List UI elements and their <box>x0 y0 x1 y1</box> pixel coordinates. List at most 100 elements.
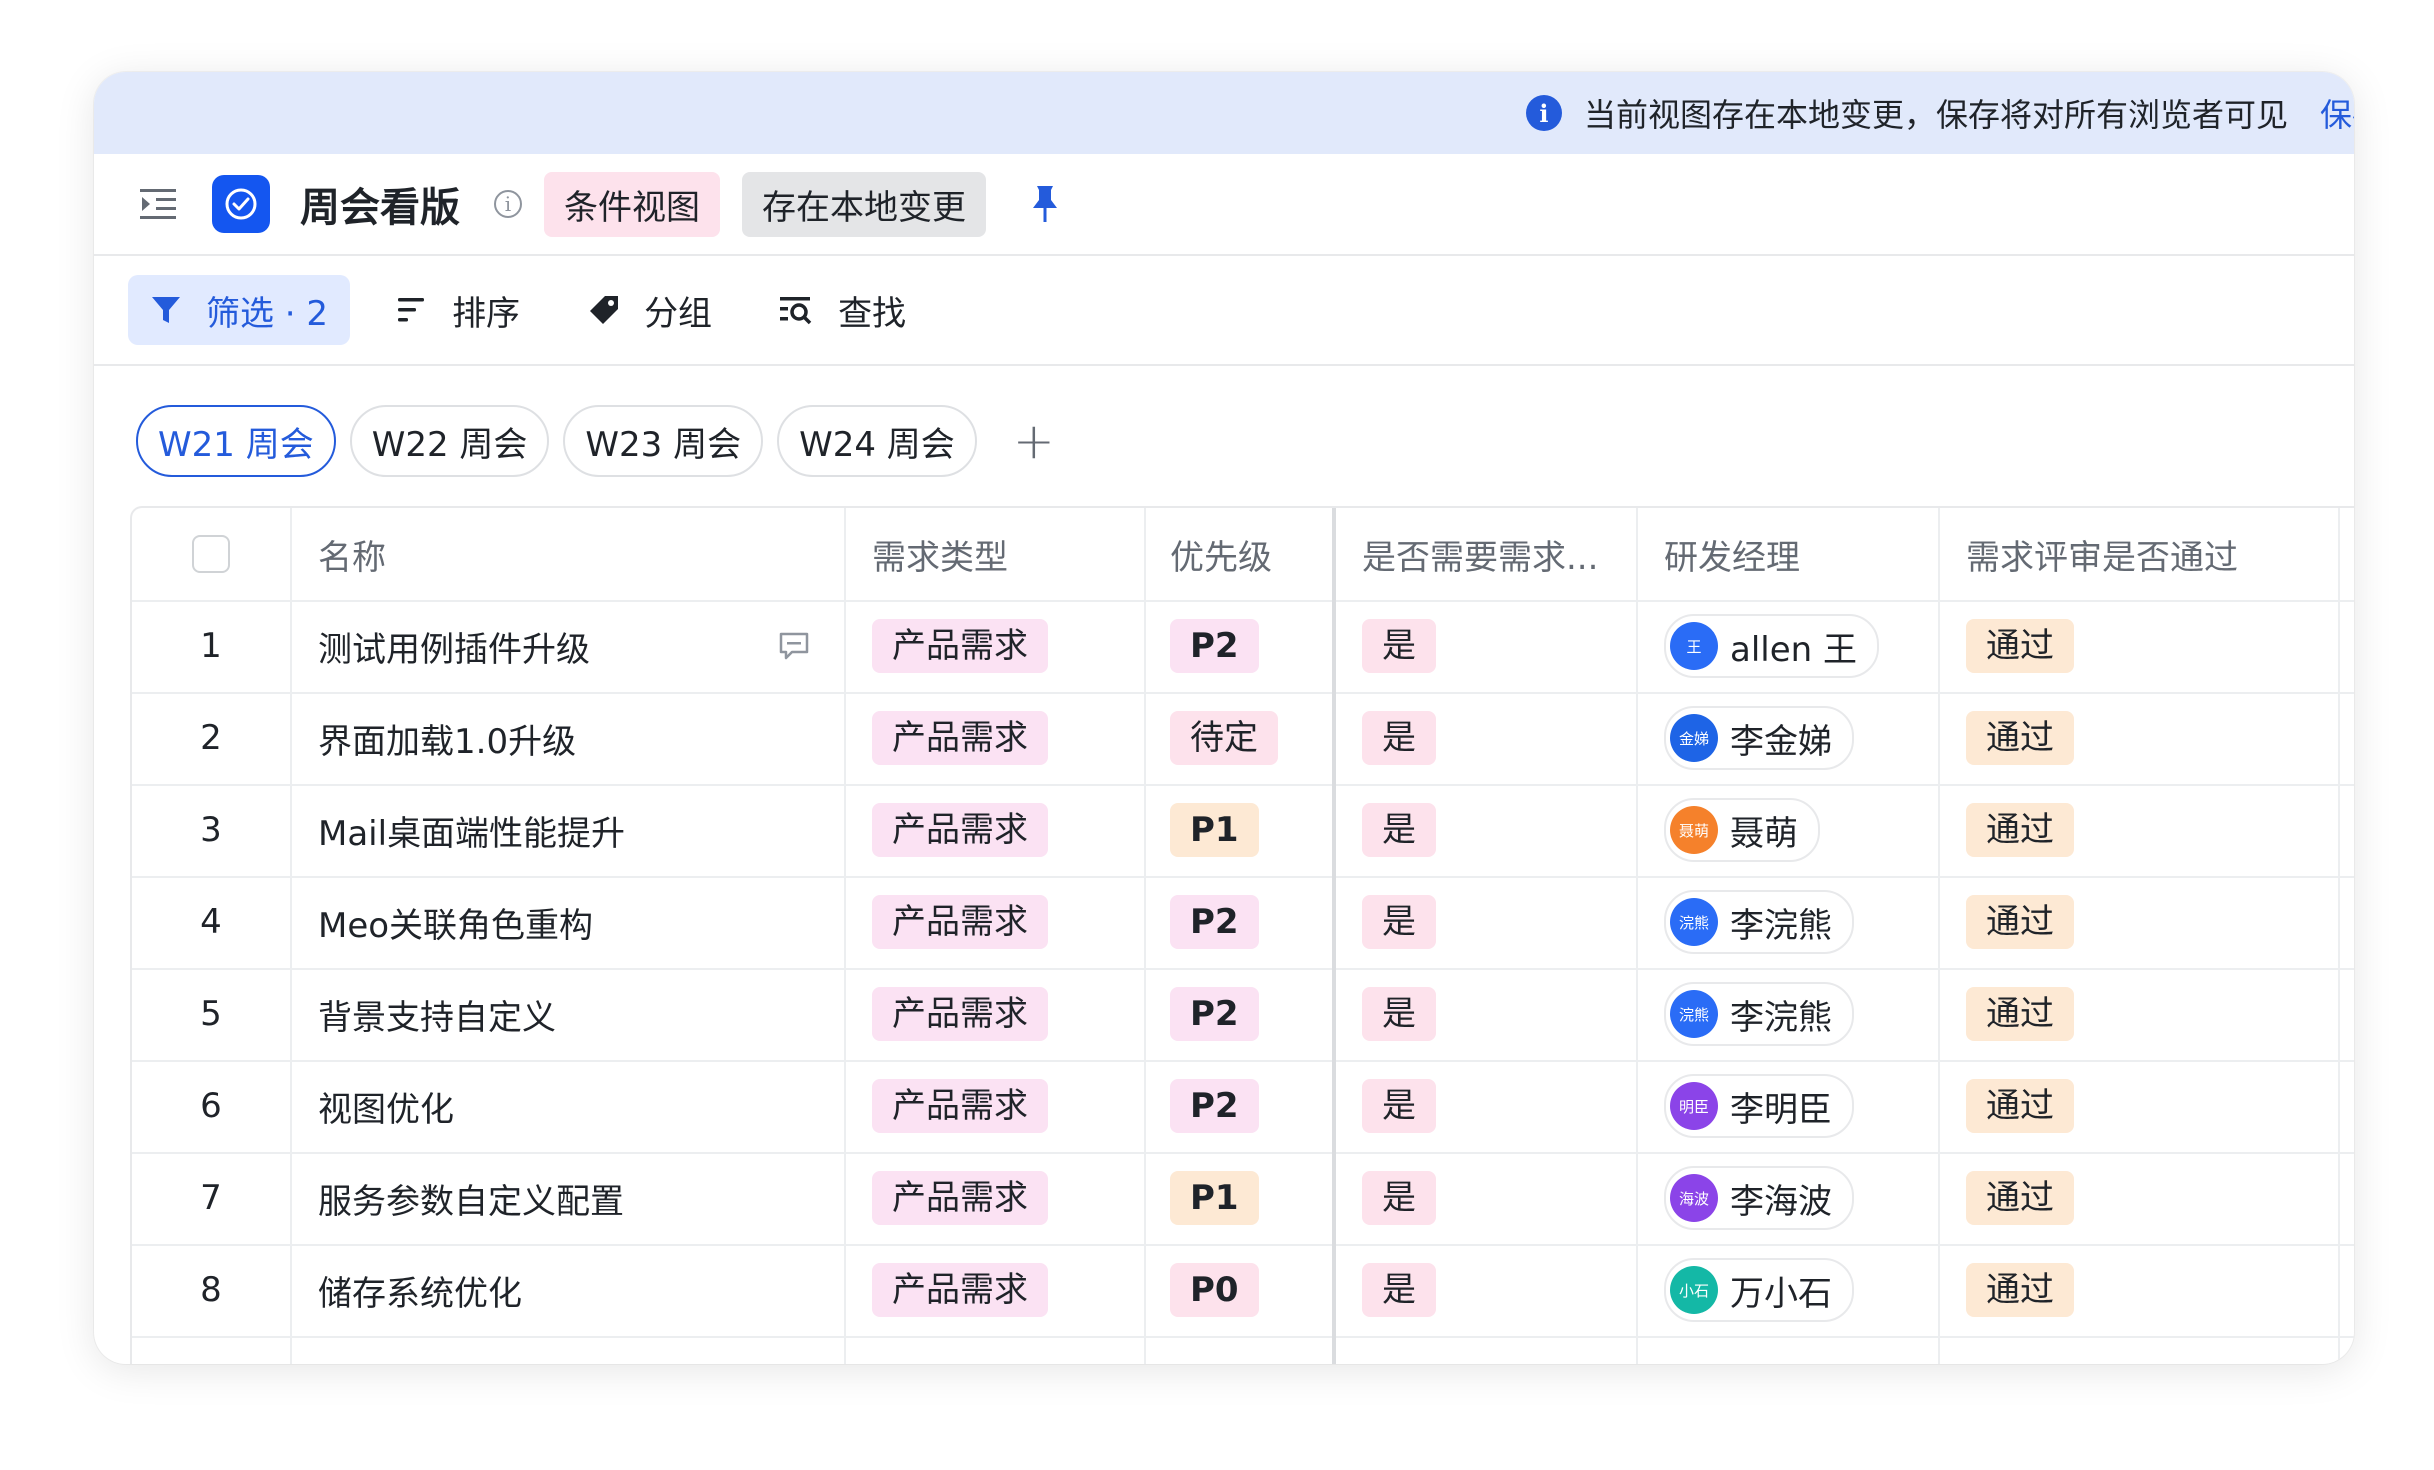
avatar: 海波 <box>1670 1174 1718 1222</box>
need-cell[interactable]: 是 <box>1336 968 1638 1060</box>
manager-cell[interactable]: 浣熊 李浣熊 <box>1638 876 1940 968</box>
need-cell[interactable]: 是 <box>1336 1060 1638 1152</box>
save-link[interactable]: 保存 <box>2320 90 2354 136</box>
name-cell[interactable]: 背景支持自定义 <box>292 968 846 1060</box>
table-row[interactable]: 5 背景支持自定义 产品需求 P2 是 浣熊 李浣熊 通过 <box>132 968 2354 1062</box>
avatar: 小石 <box>1670 1266 1718 1314</box>
review-cell[interactable]: 通过 <box>1940 968 2340 1060</box>
column-header-name[interactable]: 名称 <box>292 508 846 600</box>
type-cell[interactable]: 产品需求 <box>846 968 1146 1060</box>
table-row[interactable]: 4 Meo关联角色重构 产品需求 P2 是 浣熊 李浣熊 通过 <box>132 876 2354 970</box>
need-cell[interactable]: 是 <box>1336 692 1638 784</box>
review-cell[interactable]: 通过 <box>1940 1060 2340 1152</box>
manager-cell[interactable]: 聂萌 聂萌 <box>1638 784 1940 876</box>
row-name: 背景支持自定义 <box>318 997 556 1038</box>
name-cell[interactable]: Mail桌面端性能提升 <box>292 784 846 876</box>
review-tag: 通过 <box>1966 987 2074 1041</box>
comment-icon[interactable] <box>778 630 810 670</box>
review-tag: 通过 <box>1966 895 2074 949</box>
name-cell[interactable]: 视图优化 <box>292 1060 846 1152</box>
manager-chip[interactable]: 小石 万小石 <box>1664 1258 1854 1322</box>
priority-cell[interactable]: P0 <box>1146 1244 1336 1336</box>
name-cell[interactable]: 储存系统优化 <box>292 1244 846 1336</box>
manager-cell[interactable]: 金娣 李金娣 <box>1638 692 1940 784</box>
manager-chip[interactable]: 浣熊 李浣熊 <box>1664 982 1854 1046</box>
sort-button[interactable]: 排序 <box>374 275 542 345</box>
review-cell[interactable]: 通过 <box>1940 876 2340 968</box>
manager-chip[interactable]: 明臣 李明臣 <box>1664 1074 1854 1138</box>
name-cell[interactable]: Meo关联角色重构 <box>292 876 846 968</box>
priority-cell[interactable]: P1 <box>1146 1152 1336 1244</box>
pin-icon[interactable] <box>1030 184 1060 224</box>
need-cell[interactable]: 是 <box>1336 600 1638 692</box>
tab-w24[interactable]: W24 周会 <box>777 405 977 477</box>
column-header-priority[interactable]: 优先级 <box>1146 508 1336 600</box>
priority-cell[interactable]: 待定 <box>1146 692 1336 784</box>
manager-cell[interactable]: 明臣 李明臣 <box>1638 1060 1940 1152</box>
view-info-icon[interactable]: i <box>494 190 522 218</box>
manager-name: 李浣熊 <box>1730 997 1832 1038</box>
column-header-need[interactable]: 是否需要需求... <box>1336 508 1638 600</box>
name-cell[interactable]: 测试用例插件升级 <box>292 600 846 692</box>
tab-w23[interactable]: W23 周会 <box>563 405 764 477</box>
find-button[interactable]: 查找 <box>758 275 928 345</box>
type-cell[interactable]: 产品需求 <box>846 600 1146 692</box>
table-row[interactable]: 3 Mail桌面端性能提升 产品需求 P1 是 聂萌 聂萌 通过 <box>132 784 2354 878</box>
priority-cell[interactable]: P2 <box>1146 968 1336 1060</box>
review-tag: 通过 <box>1966 711 2074 765</box>
type-cell[interactable]: 产品需求 <box>846 1152 1146 1244</box>
need-cell[interactable]: 是 <box>1336 1152 1638 1244</box>
manager-chip[interactable]: 金娣 李金娣 <box>1664 706 1854 770</box>
need-cell[interactable]: 是 <box>1336 876 1638 968</box>
column-header-type[interactable]: 需求类型 <box>846 508 1146 600</box>
condition-view-chip[interactable]: 条件视图 <box>544 171 720 237</box>
priority-cell[interactable]: P2 <box>1146 876 1336 968</box>
select-all-checkbox[interactable] <box>192 535 230 573</box>
review-cell[interactable]: 通过 <box>1940 784 2340 876</box>
type-cell[interactable]: 产品需求 <box>846 784 1146 876</box>
review-cell[interactable]: 通过 <box>1940 1152 2340 1244</box>
manager-cell[interactable]: 浣熊 李浣熊 <box>1638 968 1940 1060</box>
column-header-review[interactable]: 需求评审是否通过 <box>1940 508 2340 600</box>
table-row[interactable]: 2 界面加载1.0升级 产品需求 待定 是 金娣 李金娣 通过 <box>132 692 2354 786</box>
name-cell[interactable]: 服务参数自定义配置 <box>292 1152 846 1244</box>
type-tag: 产品需求 <box>872 1171 1048 1225</box>
local-change-chip[interactable]: 存在本地变更 <box>742 171 986 237</box>
manager-chip[interactable]: 浣熊 李浣熊 <box>1664 890 1854 954</box>
row-number: 3 <box>200 810 222 850</box>
table-row[interactable]: 6 视图优化 产品需求 P2 是 明臣 李明臣 通过 <box>132 1060 2354 1154</box>
type-cell[interactable]: 产品需求 <box>846 1244 1146 1336</box>
manager-chip[interactable]: 海波 李海波 <box>1664 1166 1854 1230</box>
manager-chip[interactable]: 聂萌 聂萌 <box>1664 798 1820 862</box>
manager-cell[interactable]: 王 allen 王 <box>1638 600 1940 692</box>
priority-cell[interactable]: P2 <box>1146 600 1336 692</box>
tab-w21[interactable]: W21 周会 <box>136 405 336 477</box>
priority-cell[interactable]: P2 <box>1146 1060 1336 1152</box>
add-tab-icon[interactable]: + <box>1013 412 1055 470</box>
manager-cell[interactable]: 海波 李海波 <box>1638 1152 1940 1244</box>
group-button[interactable]: 分组 <box>566 275 734 345</box>
table-row[interactable]: 1 测试用例插件升级 产品需求 P2 是 王 allen 王 通过 <box>132 600 2354 694</box>
review-tag: 通过 <box>1966 619 2074 673</box>
name-cell[interactable]: 界面加载1.0升级 <box>292 692 846 784</box>
manager-chip[interactable]: 王 allen 王 <box>1664 614 1880 678</box>
review-cell[interactable]: 通过 <box>1940 692 2340 784</box>
row-name: 视图优化 <box>318 1089 454 1130</box>
outline-toggle-icon[interactable] <box>140 187 178 221</box>
type-cell[interactable]: 产品需求 <box>846 692 1146 784</box>
type-cell[interactable]: 产品需求 <box>846 1060 1146 1152</box>
priority-cell[interactable]: P1 <box>1146 784 1336 876</box>
filter-button[interactable]: 筛选 · 2 <box>128 275 351 345</box>
table-row[interactable]: 7 服务参数自定义配置 产品需求 P1 是 海波 李海波 通过 <box>132 1152 2354 1246</box>
review-cell[interactable]: 通过 <box>1940 600 2340 692</box>
need-cell[interactable]: 是 <box>1336 784 1638 876</box>
type-cell[interactable]: 产品需求 <box>846 876 1146 968</box>
need-cell[interactable]: 是 <box>1336 1244 1638 1336</box>
column-header-manager[interactable]: 研发经理 <box>1638 508 1940 600</box>
manager-cell[interactable]: 小石 万小石 <box>1638 1244 1940 1336</box>
table-row[interactable]: 8 储存系统优化 产品需求 P0 是 小石 万小石 通过 <box>132 1244 2354 1338</box>
tab-w22[interactable]: W22 周会 <box>349 405 550 477</box>
review-cell[interactable]: 通过 <box>1940 1244 2340 1336</box>
find-label: 查找 <box>838 293 907 334</box>
partial-cell <box>1638 1336 1940 1364</box>
